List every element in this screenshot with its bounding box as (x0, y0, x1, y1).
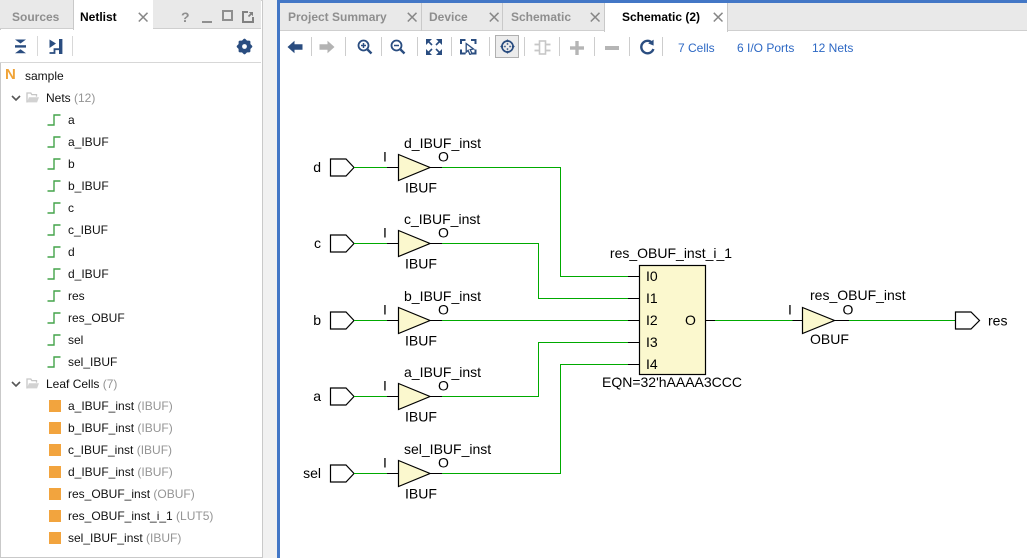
svg-text:EQN=32'hAAAA3CCC: EQN=32'hAAAA3CCC (602, 374, 742, 390)
svg-text:I2: I2 (646, 312, 658, 328)
svg-text:c: c (314, 235, 321, 251)
svg-text:IBUF: IBUF (405, 180, 437, 196)
svg-text:IBUF: IBUF (405, 409, 437, 425)
svg-text:O: O (843, 302, 854, 318)
svg-text:I: I (788, 302, 792, 318)
svg-text:I: I (383, 302, 387, 318)
svg-text:a: a (313, 388, 321, 404)
svg-text:IBUF: IBUF (405, 486, 437, 502)
svg-text:b: b (313, 312, 321, 328)
svg-text:I: I (383, 378, 387, 394)
svg-text:IBUF: IBUF (405, 333, 437, 349)
svg-text:res_OBUF_inst: res_OBUF_inst (810, 287, 906, 303)
svg-text:IBUF: IBUF (405, 256, 437, 272)
svg-text:d_IBUF_inst: d_IBUF_inst (404, 135, 481, 151)
svg-text:res_OBUF_inst_i_1: res_OBUF_inst_i_1 (610, 245, 732, 261)
svg-text:I: I (383, 225, 387, 241)
svg-text:sel_IBUF_inst: sel_IBUF_inst (404, 441, 491, 457)
svg-text:I: I (383, 149, 387, 165)
svg-text:O: O (685, 312, 696, 328)
svg-text:c_IBUF_inst: c_IBUF_inst (404, 211, 480, 227)
svg-text:OBUF: OBUF (810, 331, 849, 347)
svg-text:I0: I0 (646, 268, 658, 284)
svg-text:I: I (383, 455, 387, 471)
svg-text:I4: I4 (646, 356, 658, 372)
svg-text:d: d (313, 159, 321, 175)
svg-text:I1: I1 (646, 290, 658, 306)
svg-text:I3: I3 (646, 334, 658, 350)
svg-text:a_IBUF_inst: a_IBUF_inst (404, 364, 481, 380)
svg-text:res: res (988, 313, 1007, 329)
svg-text:b_IBUF_inst: b_IBUF_inst (404, 288, 481, 304)
svg-text:sel: sel (303, 465, 321, 481)
